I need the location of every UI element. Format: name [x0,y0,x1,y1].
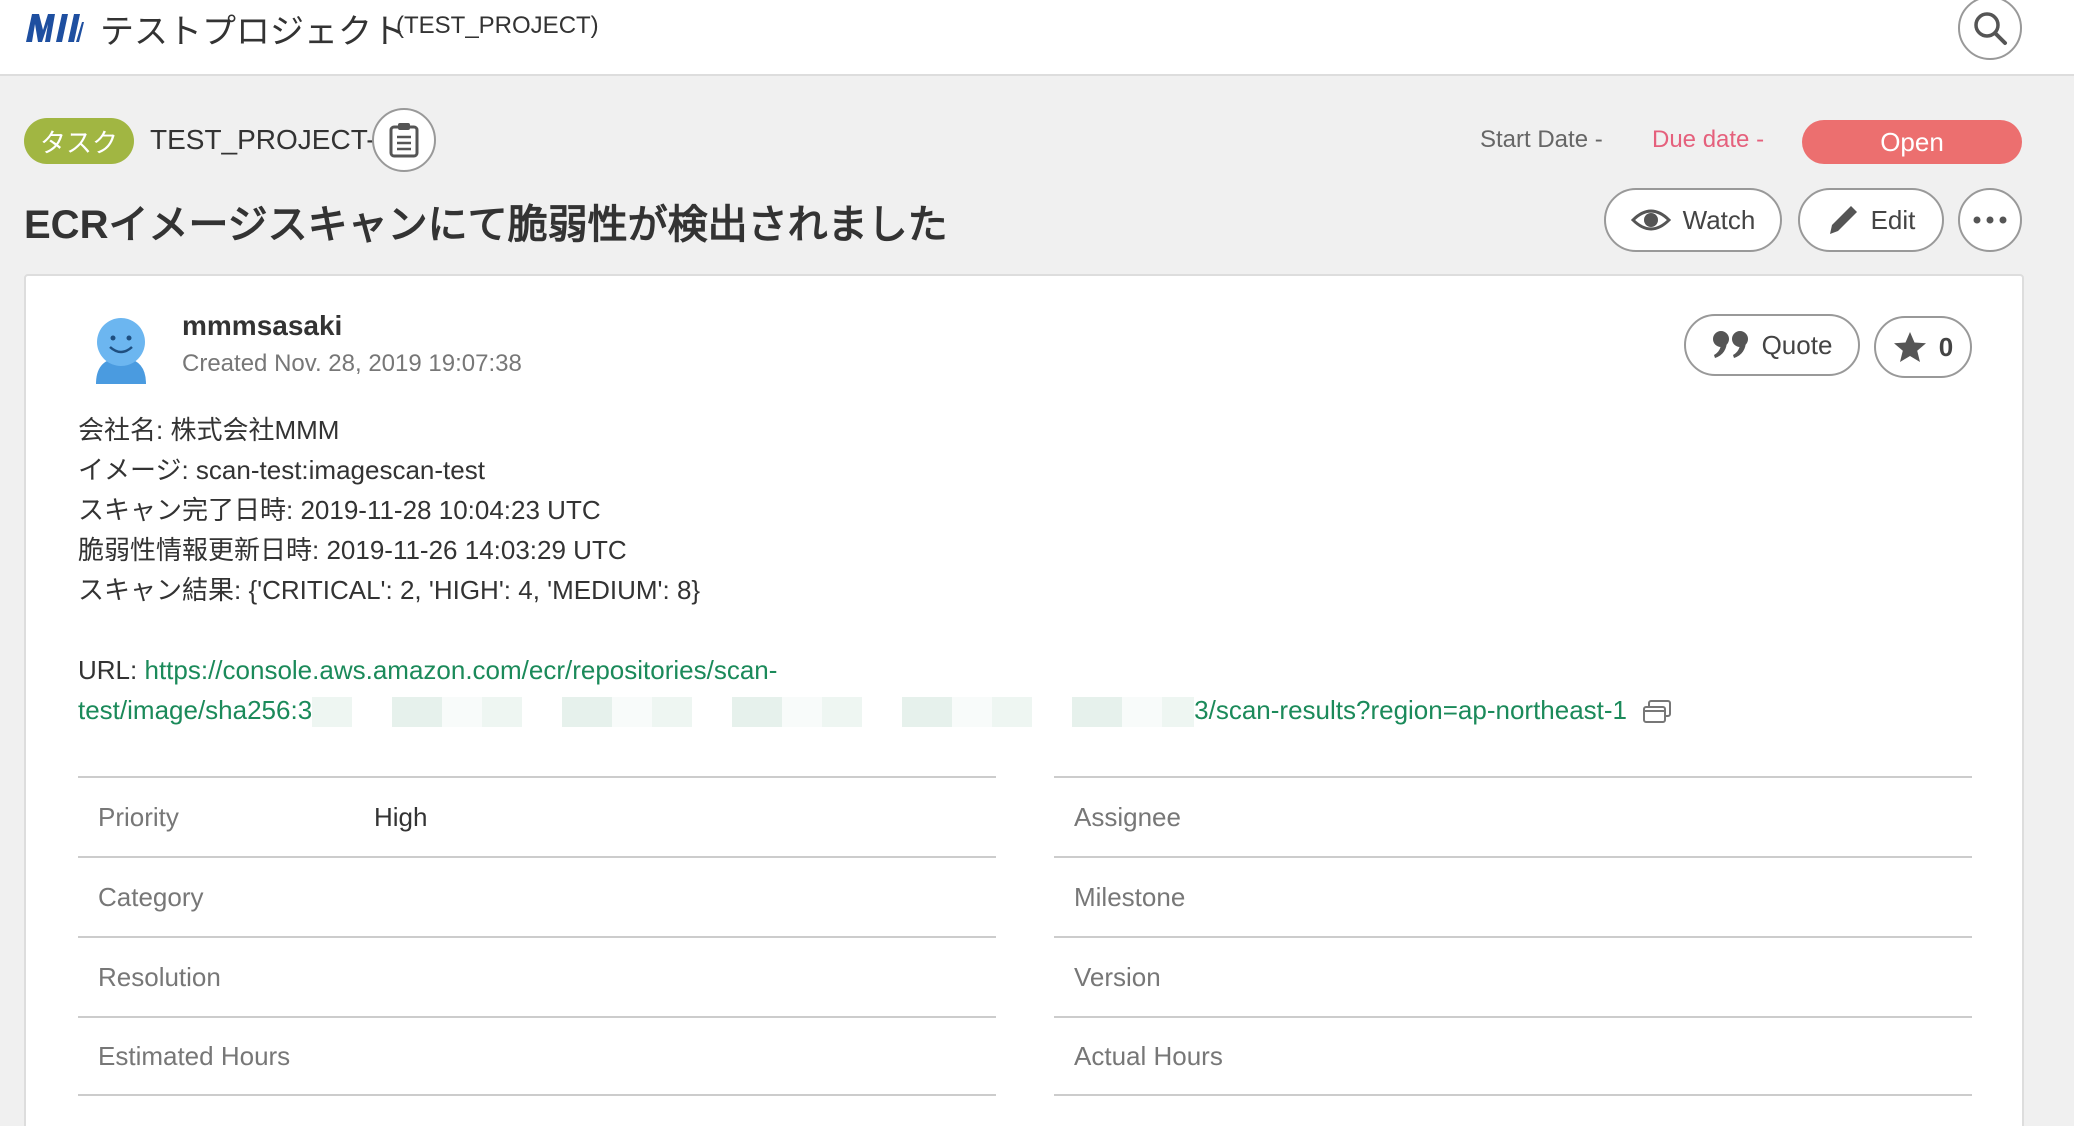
project-key: (TEST_PROJECT) [396,12,599,39]
watch-label: Watch [1682,204,1756,235]
property-row-resolution: Resolution [78,936,996,1016]
project-name[interactable]: テストプロジェクト [100,4,406,53]
created-label: Created [182,350,268,377]
description-line: スキャン結果: {'CRITICAL': 2, 'HIGH': 4, 'MEDI… [78,575,701,605]
url-link-line1[interactable]: https://console.aws.amazon.com/ecr/repos… [144,655,777,685]
property-label: Actual Hours [1074,1040,1223,1071]
url-block: URL: https://console.aws.amazon.com/ecr/… [78,650,1672,730]
properties-right: Assignee Milestone Version Actual Hours [1054,776,1972,1096]
url-link-line2-start[interactable]: test/image/sha256:3 [78,695,312,725]
due-date-value: - [1756,126,1765,153]
redacted-hash [312,697,1195,728]
start-date-label: Start Date [1480,126,1589,153]
eye-icon [1630,209,1671,231]
description-line: イメージ: scan-test:imagescan-test [78,455,485,485]
search-button[interactable] [1958,0,2022,60]
property-label: Milestone [1074,881,1186,912]
property-row-category: Category [78,856,996,936]
property-row-milestone: Milestone [1054,856,1972,936]
issue-key: TEST_PROJECT-19 [150,124,407,155]
issue-description: 会社名: 株式会社MMM イメージ: scan-test:imagescan-t… [78,410,700,610]
created-info: Created Nov. 28, 2019 19:07:38 [182,350,522,378]
pencil-icon [1829,206,1857,234]
property-label: Estimated Hours [98,1040,291,1071]
external-link-icon[interactable] [1642,700,1672,724]
edit-label: Edit [1870,204,1916,235]
property-row-estimated-hours: Estimated Hours [78,1016,996,1096]
property-label: Category [98,881,204,912]
property-row-assignee: Assignee [1054,776,1972,856]
edit-button[interactable]: Edit [1798,188,1944,252]
search-icon [1974,12,2007,45]
top-bar: テストプロジェクト (TEST_PROJECT) [0,0,2074,76]
status-button[interactable]: Open [1802,120,2022,164]
url-link-line2-end[interactable]: 3/scan-results?region=ap-northeast-1 [1194,695,1627,725]
clipboard-icon [389,123,419,158]
star-button[interactable]: 0 [1874,316,1972,378]
more-icon [1973,216,2007,224]
avatar[interactable] [86,314,156,384]
url-label: URL: [78,655,138,685]
description-line: 会社名: 株式会社MMM [78,415,340,445]
start-date: Start Date - [1480,126,1603,154]
copy-key-button[interactable] [372,108,436,172]
logo-icon[interactable] [26,12,84,42]
property-row-priority: Priority High [78,776,996,856]
created-date: Nov. 28, 2019 19:07:38 [274,350,522,377]
quote-icon [1712,331,1748,358]
property-label: Priority [98,801,179,832]
property-row-actual-hours: Actual Hours [1054,1016,1972,1096]
description-line: スキャン完了日時: 2019-11-28 10:04:23 UTC [78,495,601,525]
quote-button[interactable]: Quote [1684,314,1860,376]
property-label: Resolution [98,961,221,992]
more-button[interactable] [1958,188,2022,252]
star-icon [1893,332,1926,362]
issue-title: ECRイメージスキャンにて脆弱性が検出されました [24,203,948,247]
property-row-version: Version [1054,936,1972,1016]
issue-type-badge: タスク [24,118,134,164]
watch-button[interactable]: Watch [1604,188,1782,252]
due-date: Due date - [1652,126,1764,154]
properties-left: Priority High Category Resolution Estima… [78,776,996,1096]
property-label: Version [1074,961,1161,992]
property-value: High [374,801,428,832]
due-date-label: Due date [1652,126,1750,153]
description-line: 脆弱性情報更新日時: 2019-11-26 14:03:29 UTC [78,535,627,565]
author-name[interactable]: mmmsasaki [182,310,342,342]
star-count: 0 [1938,331,1954,362]
issue-card: mmmsasaki Created Nov. 28, 2019 19:07:38… [24,274,2024,1126]
start-date-value: - [1594,126,1603,153]
property-label: Assignee [1074,801,1181,832]
quote-label: Quote [1761,329,1833,360]
